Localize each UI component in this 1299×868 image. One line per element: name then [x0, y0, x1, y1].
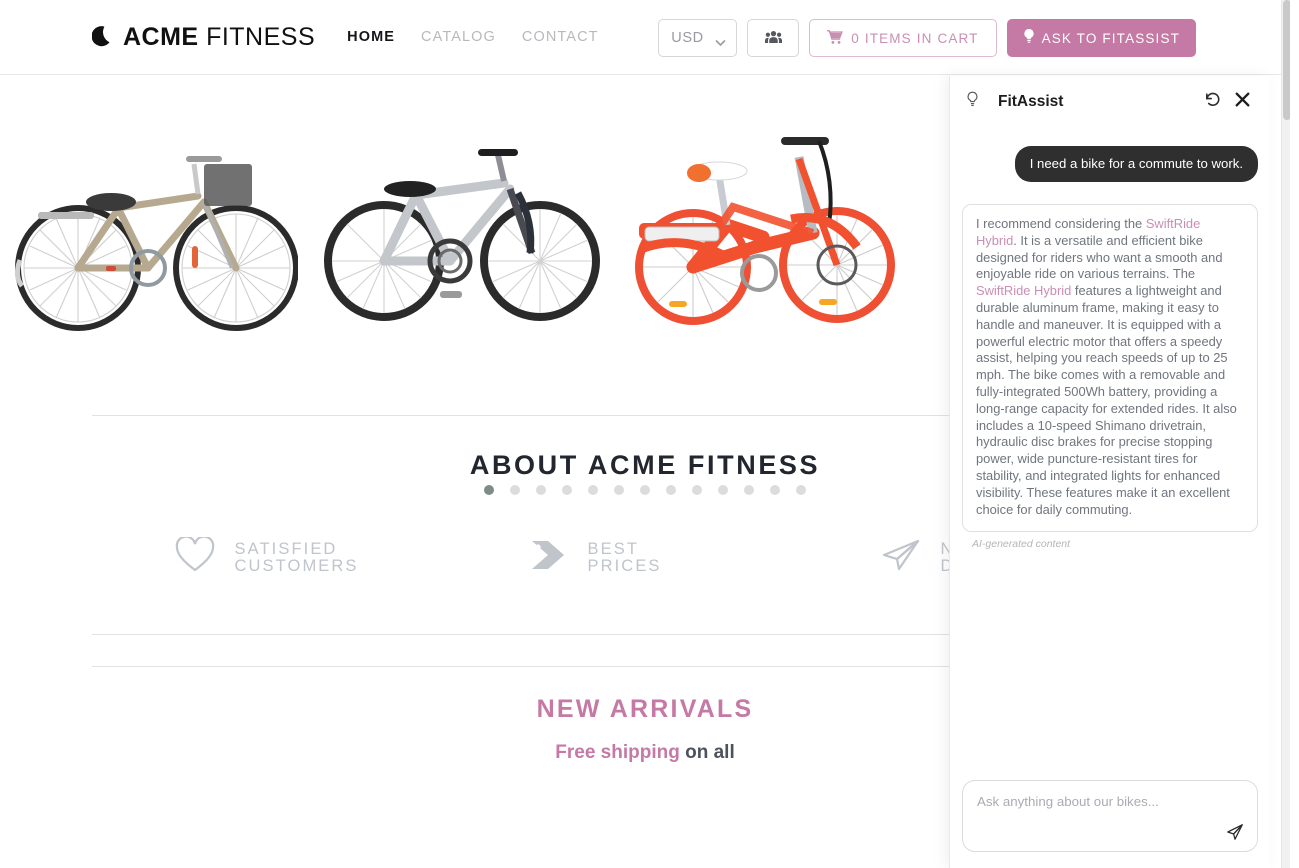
- crescent-moon-icon: [91, 25, 114, 49]
- currency-select-wrapper: USD: [658, 19, 738, 57]
- send-paper-plane-icon: [1226, 824, 1244, 844]
- cart-label: 0 ITEMS IN CART: [851, 30, 979, 46]
- chat-header: FitAssist: [950, 76, 1270, 128]
- account-button[interactable]: [747, 19, 800, 57]
- chat-input[interactable]: [963, 781, 1257, 827]
- chat-assistant-text: I recommend considering the SwiftRide Hy…: [976, 216, 1244, 518]
- chat-user-message-row: I need a bike for a commute to work.: [962, 146, 1258, 182]
- fitassist-chat-panel: FitAssist I need a bike for a commute to…: [949, 76, 1270, 868]
- brand-logo[interactable]: ACME FITNESS: [91, 23, 315, 52]
- carousel-dot-12[interactable]: [770, 485, 780, 495]
- lightbulb-icon: [1023, 28, 1035, 47]
- free-shipping-highlight: Free shipping: [555, 742, 680, 763]
- currency-select[interactable]: USD: [658, 19, 738, 57]
- assistant-text-part3: features a lightweight and durable alumi…: [976, 283, 1237, 517]
- chat-user-message: I need a bike for a commute to work.: [1014, 146, 1258, 182]
- chat-header-actions: [1204, 91, 1250, 113]
- page-scrollbar[interactable]: [1281, 0, 1290, 868]
- feature-best-prices: BEST PRICES: [528, 538, 793, 577]
- carousel-dot-9[interactable]: [692, 485, 702, 495]
- free-shipping-rest: on all: [679, 742, 735, 763]
- chat-message-list: I need a bike for a commute to work. I r…: [950, 128, 1270, 780]
- carousel-dot-11[interactable]: [744, 485, 754, 495]
- carousel-dot-10[interactable]: [718, 485, 728, 495]
- brand-bold: ACME: [123, 22, 199, 51]
- main-nav: HOME CATALOG CONTACT: [347, 29, 598, 45]
- carousel-dot-8[interactable]: [666, 485, 676, 495]
- paper-plane-icon: [881, 538, 921, 577]
- feature-label: SATISFIED CUSTOMERS: [234, 539, 359, 575]
- carousel-dot-5[interactable]: [588, 485, 598, 495]
- carousel-dot-7[interactable]: [640, 485, 650, 495]
- assistant-text-part2: . It is a versatile and efficient bike d…: [976, 232, 1223, 282]
- carousel-dot-2[interactable]: [510, 485, 520, 495]
- shopping-cart-icon: [827, 29, 844, 47]
- feature-satisfied-customers: SATISFIED CUSTOMERS: [175, 535, 440, 578]
- nav-item-contact[interactable]: CONTACT: [522, 29, 599, 45]
- carousel-dot-3[interactable]: [536, 485, 546, 495]
- nav-item-catalog[interactable]: CATALOG: [421, 29, 496, 45]
- chat-assistant-message: I recommend considering the SwiftRide Hy…: [962, 204, 1258, 533]
- ask-fitassist-button[interactable]: ASK TO FITASSIST: [1006, 19, 1196, 57]
- chat-title: FitAssist: [998, 93, 1064, 110]
- brand-light: FITNESS: [206, 22, 316, 51]
- users-group-icon: [764, 30, 782, 47]
- close-icon[interactable]: [1235, 92, 1250, 112]
- price-tag-icon: [528, 538, 568, 577]
- carousel-dot-13[interactable]: [796, 485, 806, 495]
- product-link-swiftride-hybrid-2[interactable]: SwiftRide Hybrid: [976, 283, 1071, 298]
- carousel-dot-4[interactable]: [562, 485, 572, 495]
- carousel-slide-silver-mountain-bike[interactable]: [318, 133, 603, 338]
- cart-button[interactable]: 0 ITEMS IN CART: [809, 19, 997, 57]
- header-actions: USD 0 ITEMS IN CART ASK TO FITASSIST: [658, 19, 1196, 57]
- heart-icon: [175, 535, 215, 578]
- brand-text: ACME FITNESS: [123, 23, 315, 52]
- carousel-dot-1[interactable]: [484, 485, 494, 495]
- nav-item-home[interactable]: HOME: [347, 29, 395, 45]
- reset-history-icon[interactable]: [1204, 91, 1221, 113]
- site-header: ACME FITNESS HOME CATALOG CONTACT USD 0 …: [0, 0, 1290, 75]
- chat-input-container: [962, 780, 1258, 852]
- page-scrollbar-thumb[interactable]: [1283, 0, 1290, 120]
- carousel-slide-orange-folding-ebike[interactable]: [623, 115, 895, 355]
- ai-generated-content-note: AI-generated content: [972, 538, 1071, 551]
- chat-footer: [950, 780, 1270, 868]
- carousel-dot-6[interactable]: [614, 485, 624, 495]
- send-button[interactable]: [1224, 821, 1246, 843]
- lightbulb-icon: [966, 91, 979, 113]
- feature-label: BEST PRICES: [587, 539, 662, 575]
- ask-fitassist-label: ASK TO FITASSIST: [1041, 30, 1180, 46]
- carousel-slide-beige-city-bike[interactable]: [8, 128, 299, 343]
- assistant-text-part1: I recommend considering the: [976, 216, 1146, 231]
